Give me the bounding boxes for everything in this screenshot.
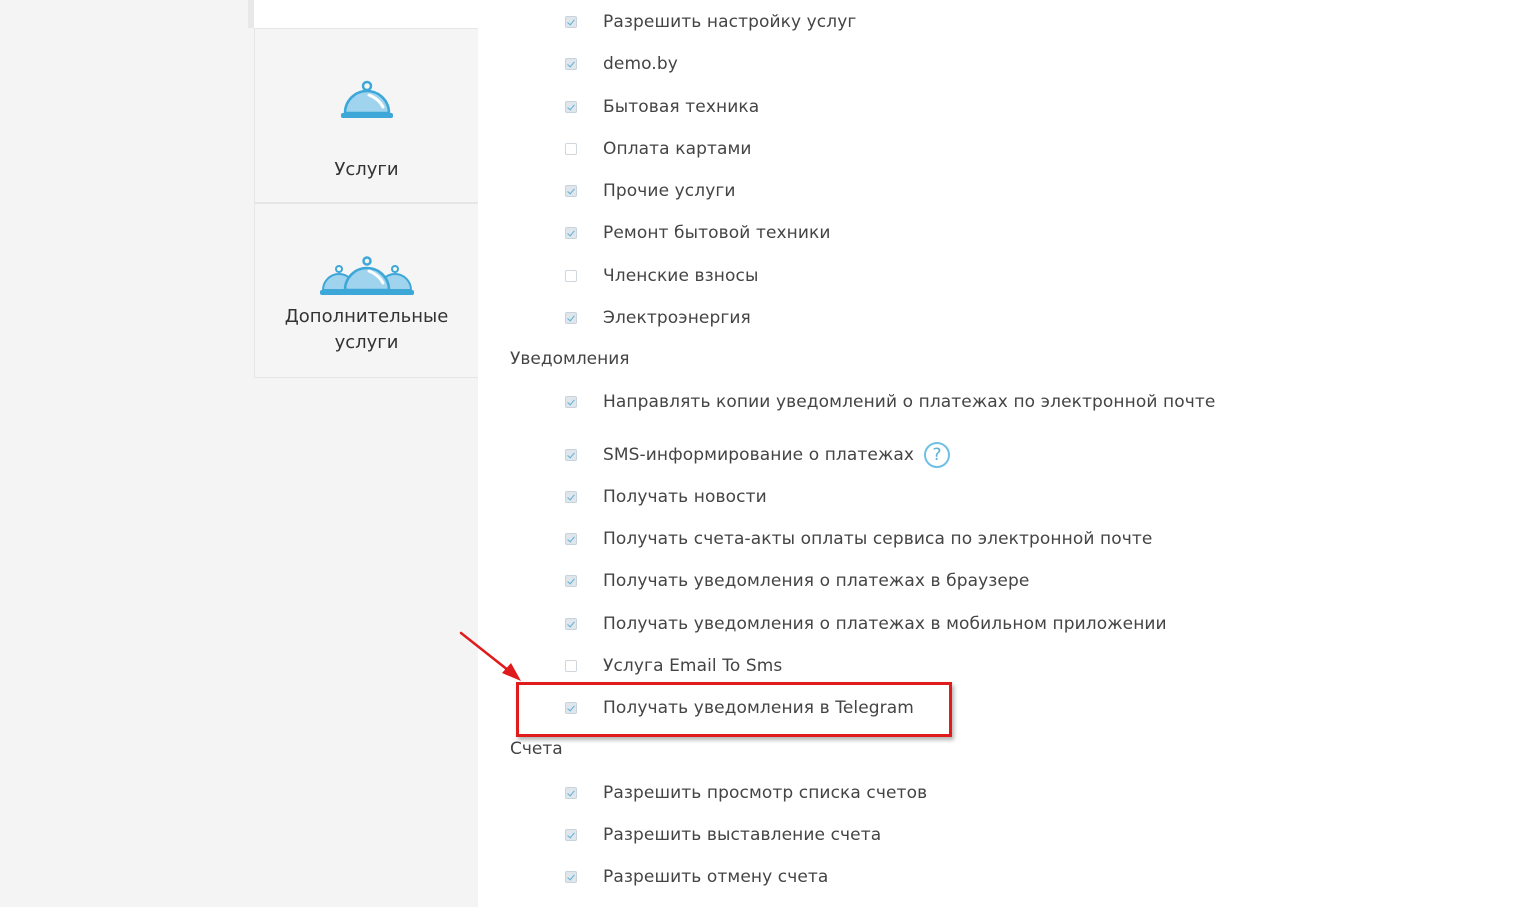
checkbox-label: Бытовая техника bbox=[603, 97, 760, 117]
checkbox-label: Получать счета-акты оплаты сервиса по эл… bbox=[603, 529, 1153, 549]
checkbox[interactable] bbox=[565, 871, 577, 883]
sidebar-tile-services[interactable]: Услуги bbox=[254, 28, 478, 203]
cloche-icon bbox=[339, 79, 395, 127]
services-item-7[interactable]: Электроэнергия bbox=[565, 306, 751, 330]
notifications-item-1[interactable]: SMS-информирование о платежах ? bbox=[565, 441, 951, 469]
services-item-2[interactable]: Бытовая техника bbox=[565, 95, 759, 119]
checkbox-label: Электроэнергия bbox=[603, 308, 751, 328]
notifications-section-title: Уведомления bbox=[510, 349, 630, 369]
checkbox-label: Получать уведомления о платежах в мобиль… bbox=[603, 614, 1167, 634]
checkbox-label: SMS-информирование о платежах bbox=[603, 445, 915, 465]
checkbox[interactable] bbox=[565, 227, 577, 239]
invoices-item-1[interactable]: Разрешить выставление счета bbox=[565, 823, 881, 847]
services-item-0[interactable]: Разрешить настройку услуг bbox=[565, 10, 856, 34]
checkbox[interactable] bbox=[565, 575, 577, 587]
checkbox-label: Оплата картами bbox=[603, 139, 752, 159]
checkbox[interactable] bbox=[565, 270, 577, 282]
checkbox[interactable] bbox=[565, 660, 577, 672]
multiple-cloches-icon bbox=[319, 256, 415, 302]
top-panel-edge bbox=[248, 0, 478, 28]
checkbox-label: Услуга Email To Sms bbox=[603, 656, 783, 676]
checkbox-label: Членские взносы bbox=[603, 266, 759, 286]
services-item-1[interactable]: demo.by bbox=[565, 52, 678, 76]
services-item-5[interactable]: Ремонт бытовой техники bbox=[565, 221, 831, 245]
invoices-item-0[interactable]: Разрешить просмотр списка счетов bbox=[565, 781, 927, 805]
annotation-arrow-icon bbox=[459, 631, 521, 681]
settings-page: Услуги Дополнительные услуги Разрешить н… bbox=[0, 0, 1514, 907]
checkbox[interactable] bbox=[565, 491, 577, 503]
checkbox[interactable] bbox=[565, 533, 577, 545]
checkbox-label: Прочие услуги bbox=[603, 181, 736, 201]
notifications-item-4[interactable]: Получать уведомления о платежах в браузе… bbox=[565, 569, 1029, 593]
checkbox[interactable] bbox=[565, 58, 577, 70]
invoices-section-title: Счета bbox=[510, 739, 563, 759]
notifications-item-0[interactable]: Направлять копии уведомлений о платежах … bbox=[565, 390, 1215, 414]
notifications-item-6[interactable]: Услуга Email To Sms bbox=[565, 654, 782, 678]
sidebar-tile-extra-services[interactable]: Дополнительные услуги bbox=[254, 203, 478, 378]
help-icon[interactable]: ? bbox=[924, 442, 951, 468]
notifications-item-5[interactable]: Получать уведомления о платежах в мобиль… bbox=[565, 612, 1167, 636]
services-item-3[interactable]: Оплата картами bbox=[565, 137, 752, 161]
checkbox-label: Разрешить выставление счета bbox=[603, 825, 882, 845]
checkbox[interactable] bbox=[565, 787, 577, 799]
checkbox-label: Получать уведомления о платежах в браузе… bbox=[603, 571, 1030, 591]
notifications-item-3[interactable]: Получать счета-акты оплаты сервиса по эл… bbox=[565, 527, 1152, 551]
checkbox[interactable] bbox=[565, 618, 577, 630]
checkbox-label: Разрешить просмотр списка счетов bbox=[603, 783, 928, 803]
checkbox[interactable] bbox=[565, 143, 577, 155]
checkbox-label: Получать новости bbox=[603, 487, 767, 507]
checkbox[interactable] bbox=[565, 16, 577, 28]
checkbox[interactable] bbox=[565, 396, 577, 408]
checkbox-label: Направлять копии уведомлений о платежах … bbox=[603, 392, 1216, 412]
checkbox[interactable] bbox=[565, 449, 577, 461]
sidebar-tile-extra-services-label: Дополнительные услуги bbox=[284, 306, 449, 353]
checkbox[interactable] bbox=[565, 829, 577, 841]
checkbox[interactable] bbox=[565, 101, 577, 113]
invoices-item-2[interactable]: Разрешить отмену счета bbox=[565, 865, 828, 889]
checkbox-label: demo.by bbox=[603, 54, 678, 74]
sidebar-tile-services-label: Услуги bbox=[334, 159, 399, 180]
checkbox-label: Ремонт бытовой техники bbox=[603, 223, 831, 243]
checkbox-label: Разрешить отмену счета bbox=[603, 867, 829, 887]
checkbox[interactable] bbox=[565, 185, 577, 197]
services-item-6[interactable]: Членские взносы bbox=[565, 264, 758, 288]
checkbox-label: Разрешить настройку услуг bbox=[603, 12, 857, 32]
notifications-item-2[interactable]: Получать новости bbox=[565, 485, 767, 509]
checkbox[interactable] bbox=[565, 312, 577, 324]
annotation-highlight-box bbox=[516, 682, 952, 737]
services-item-4[interactable]: Прочие услуги bbox=[565, 179, 736, 203]
